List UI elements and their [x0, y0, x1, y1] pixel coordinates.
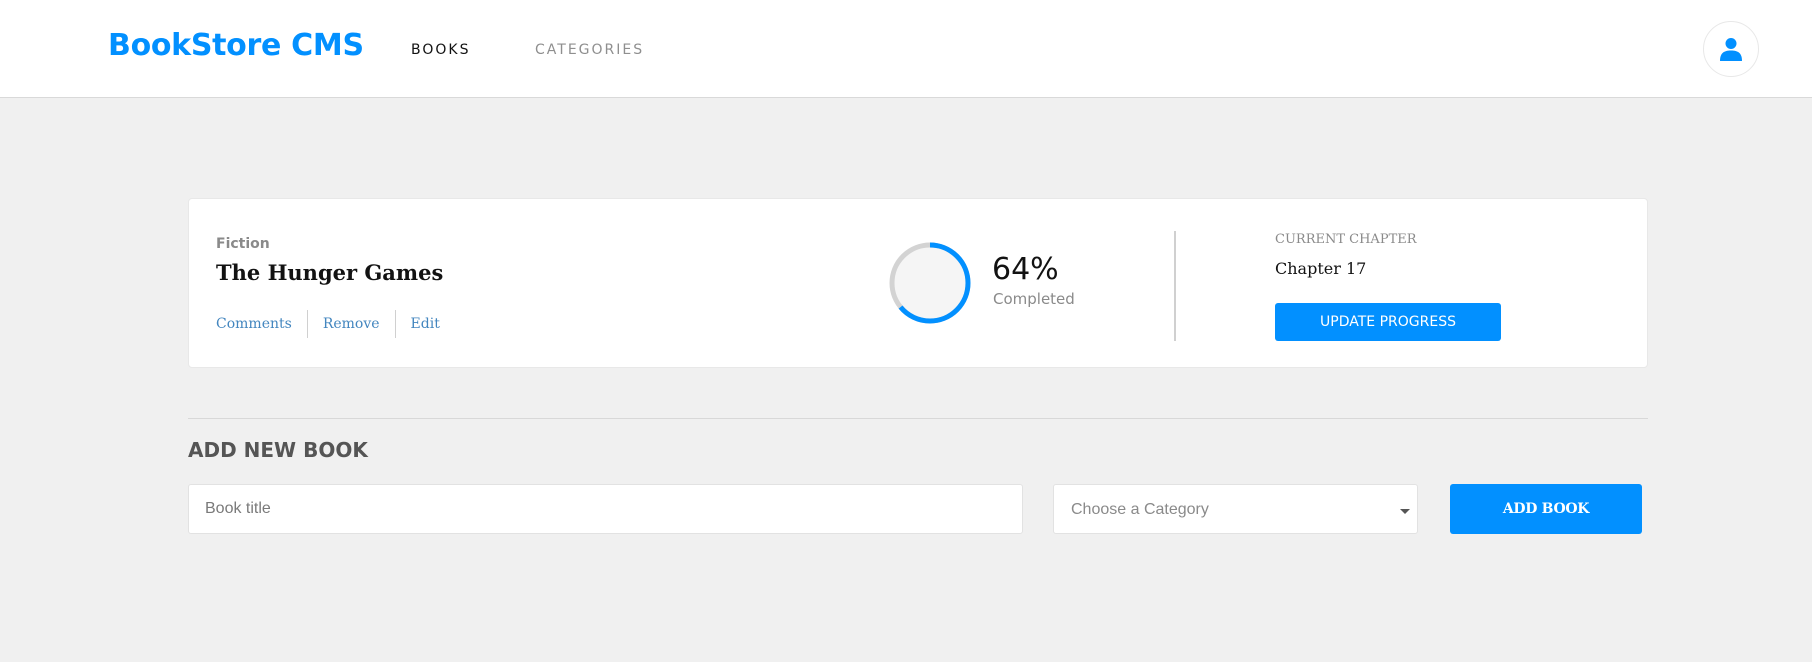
- section-divider: [188, 418, 1648, 419]
- action-divider: [394, 310, 396, 338]
- add-book-button[interactable]: ADD BOOK: [1450, 484, 1642, 534]
- current-chapter-label: CURRENT CHAPTER: [1275, 232, 1417, 247]
- progress-completed-label: Completed: [993, 290, 1075, 308]
- comments-button[interactable]: Comments: [216, 316, 292, 332]
- category-select[interactable]: Choose a Category: [1053, 484, 1418, 534]
- add-book-heading: ADD NEW BOOK: [188, 438, 368, 462]
- nav-categories[interactable]: CATEGORIES: [535, 42, 644, 58]
- book-title-input[interactable]: [188, 484, 1023, 534]
- remove-button[interactable]: Remove: [323, 316, 380, 332]
- category-select-value: Choose a Category: [1071, 501, 1209, 518]
- book-title: The Hunger Games: [216, 260, 444, 285]
- progress-percent: 64%: [992, 252, 1059, 287]
- nav-books[interactable]: BOOKS: [411, 42, 470, 58]
- action-divider: [306, 310, 308, 338]
- app-logo[interactable]: BookStore CMS: [108, 28, 364, 63]
- user-profile-button[interactable]: [1703, 21, 1759, 77]
- top-navbar: BookStore CMS BOOKS CATEGORIES: [0, 0, 1812, 98]
- book-card: Fiction The Hunger Games Comments Remove…: [188, 198, 1648, 368]
- update-progress-button[interactable]: UPDATE PROGRESS: [1275, 303, 1501, 341]
- card-divider: [1174, 231, 1176, 341]
- book-actions: Comments Remove Edit: [216, 309, 440, 339]
- user-icon: [1720, 38, 1742, 61]
- edit-button[interactable]: Edit: [411, 316, 440, 332]
- progress-ring: [889, 242, 971, 324]
- book-genre: Fiction: [216, 236, 270, 252]
- current-chapter: Chapter 17: [1275, 259, 1367, 278]
- caret-down-icon: [1400, 509, 1410, 514]
